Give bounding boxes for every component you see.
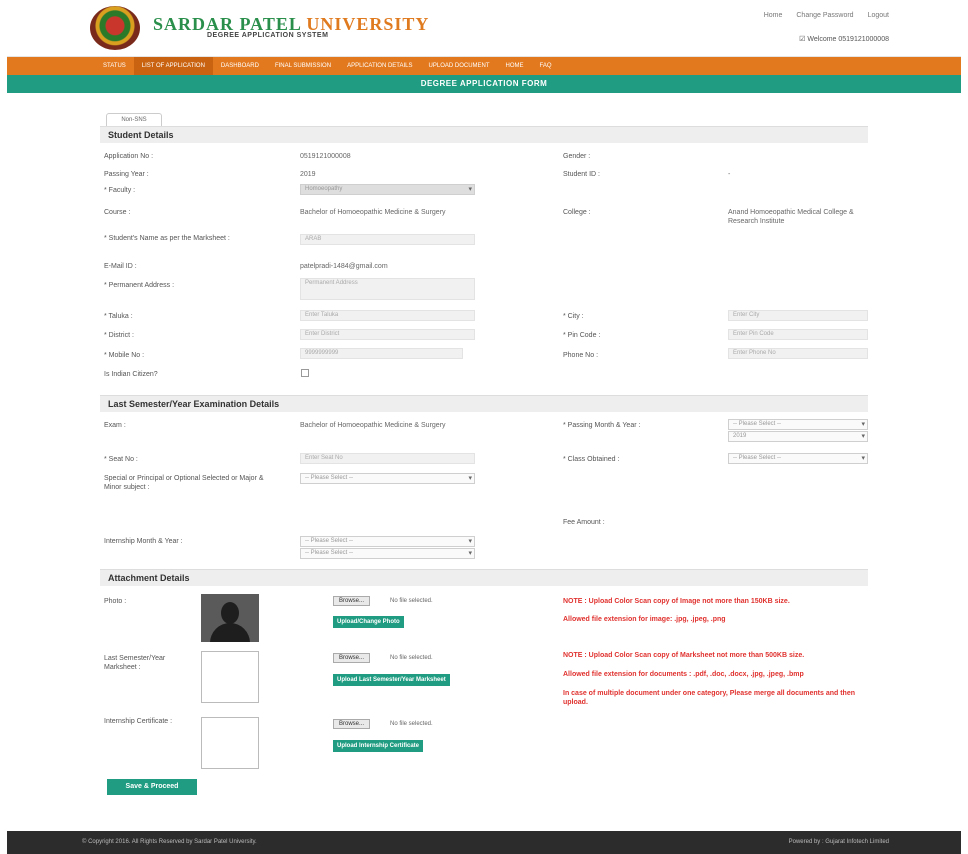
- pin-code-input[interactable]: Enter Pin Code: [728, 329, 868, 340]
- marksheet-browse-button[interactable]: Browse...: [333, 653, 371, 663]
- university-logo: [90, 6, 140, 50]
- tab-non-sns[interactable]: Non-SNS: [106, 113, 162, 126]
- photo-note: NOTE : Upload Color Scan copy of Image n…: [563, 598, 790, 605]
- site-header: SARDAR PATEL UNIVERSITY DEGREE APPLICATI…: [7, 0, 961, 57]
- pin-code-label: * Pin Code :: [563, 332, 601, 339]
- indian-citizen-checkbox[interactable]: [301, 369, 309, 377]
- upload-internship-button[interactable]: Upload Internship Certificate: [333, 740, 424, 752]
- college-value: Anand Homoeopathic Medical College & Res…: [728, 209, 854, 225]
- district-input[interactable]: Enter District: [300, 329, 475, 340]
- photo-no-file-text: No file selected.: [390, 598, 433, 604]
- student-name-input[interactable]: ARAB: [300, 234, 475, 245]
- photo-extensions-note: Allowed file extension for image: .jpg, …: [563, 616, 726, 623]
- taluka-input[interactable]: Enter Taluka: [300, 310, 475, 321]
- internship-browse-button[interactable]: Browse...: [333, 719, 371, 729]
- top-links: Home Change Password Logout: [764, 12, 889, 19]
- upload-marksheet-button[interactable]: Upload Last Semester/Year Marksheet: [333, 674, 450, 686]
- marksheet-note: NOTE : Upload Color Scan copy of Markshe…: [563, 652, 805, 659]
- application-no-label: Application No :: [104, 153, 154, 160]
- seat-no-label: * Seat No :: [104, 456, 138, 463]
- fee-amount-label: Fee Amount :: [563, 519, 605, 526]
- course-label: Course :: [104, 209, 131, 216]
- phone-label: Phone No :: [563, 352, 599, 359]
- email-label: E-Mail ID :: [104, 263, 137, 270]
- student-id-label: Student ID :: [563, 171, 600, 178]
- phone-input[interactable]: Enter Phone No: [728, 348, 868, 359]
- student-details-heading: Student Details: [100, 126, 868, 143]
- site-footer: © Copyright 2016. All Rights Reserved by…: [7, 831, 961, 854]
- district-label: * District :: [104, 332, 134, 339]
- passing-month-label: * Passing Month & Year :: [563, 422, 641, 429]
- system-name: DEGREE APPLICATION SYSTEM: [207, 32, 329, 39]
- taluka-label: * Taluka :: [104, 313, 133, 320]
- address-input[interactable]: Permanent Address: [300, 278, 475, 300]
- indian-citizen-label: Is Indian Citizen?: [104, 371, 158, 378]
- address-label: * Permanent Address :: [104, 282, 175, 289]
- nav-item-final-submission[interactable]: Final Submission: [267, 57, 339, 75]
- change-password-link[interactable]: Change Password: [796, 12, 853, 19]
- photo-label: Photo :: [104, 598, 127, 605]
- class-obtained-select[interactable]: -- Please Select --: [728, 453, 868, 464]
- nav-item-status[interactable]: Status: [95, 57, 134, 75]
- avatar-head: [221, 602, 239, 624]
- internship-certificate-label: Internship Certificate :: [104, 718, 173, 725]
- passing-year-value: 2019: [300, 171, 316, 178]
- course-value: Bachelor of Homoeopathic Medicine & Surg…: [300, 209, 446, 216]
- copyright-text: © Copyright 2016. All Rights Reserved by…: [82, 839, 257, 845]
- mobile-input[interactable]: 9999999999: [300, 348, 463, 359]
- email-value: patelpradi-1484@gmail.com: [300, 263, 388, 270]
- marksheet-merge-note: In case of multiple document under one c…: [563, 690, 855, 706]
- marksheet-preview: [201, 651, 259, 703]
- nav-item-dashboard[interactable]: Dashboard: [213, 57, 267, 75]
- passing-month-select[interactable]: -- Please Select --: [728, 419, 868, 430]
- welcome-text: ☑ Welcome 0519121000008: [799, 36, 889, 43]
- faculty-label: * Faculty :: [104, 187, 136, 194]
- application-no-value: 0519121000008: [300, 153, 351, 160]
- nav-item-list-of-application[interactable]: List of Application: [133, 57, 213, 75]
- exam-value: Bachelor of Homoeopathic Medicine & Surg…: [300, 422, 446, 429]
- exam-label: Exam :: [104, 422, 126, 429]
- student-name-label: * Student's Name as per the Marksheet :: [104, 235, 230, 242]
- main-nav: Status List of Application Dashboard Fin…: [7, 57, 961, 75]
- nav-item-faq[interactable]: FAQ: [532, 57, 560, 75]
- attachment-details-heading: Attachment Details: [100, 569, 868, 586]
- city-input[interactable]: Enter City: [728, 310, 868, 321]
- upload-photo-button[interactable]: Upload/Change Photo: [333, 616, 404, 628]
- photo-preview: [201, 594, 259, 642]
- internship-label: Internship Month & Year :: [104, 538, 183, 545]
- college-label: College :: [563, 209, 591, 216]
- exam-details-heading: Last Semester/Year Examination Details: [100, 395, 868, 412]
- city-label: * City :: [563, 313, 584, 320]
- avatar-body: [210, 623, 250, 642]
- logout-link[interactable]: Logout: [868, 12, 889, 19]
- save-and-proceed-button[interactable]: Save & Proceed: [107, 779, 197, 795]
- internship-month-select[interactable]: -- Please Select --: [300, 536, 475, 547]
- internship-certificate-preview: [201, 717, 259, 769]
- nav-item-application-details[interactable]: Application Details: [339, 57, 420, 75]
- internship-year-select[interactable]: -- Please Select --: [300, 548, 475, 559]
- user-icon: ☑: [799, 36, 806, 43]
- passing-year-select[interactable]: 2019: [728, 431, 868, 442]
- subject-label: Special or Principal or Optional Selecte…: [104, 475, 264, 491]
- photo-browse-button[interactable]: Browse...: [333, 596, 371, 606]
- internship-no-file-text: No file selected.: [390, 721, 433, 727]
- mobile-label: * Mobile No :: [104, 352, 145, 359]
- powered-by-text: Powered by : Gujarat Infotech Limited: [788, 839, 889, 845]
- nav-item-home[interactable]: Home: [498, 57, 532, 75]
- marksheet-extensions-note: Allowed file extension for documents : .…: [563, 671, 804, 678]
- student-id-value: -: [728, 171, 731, 178]
- class-obtained-label: * Class Obtained :: [563, 456, 620, 463]
- passing-year-label: Passing Year :: [104, 171, 149, 178]
- marksheet-label: Last Semester/Year Marksheet :: [104, 655, 166, 671]
- subject-select[interactable]: -- Please Select --: [300, 473, 475, 484]
- form-title: DEGREE APPLICATION FORM: [7, 75, 961, 93]
- seat-no-input[interactable]: Enter Seat No: [300, 453, 475, 464]
- home-link[interactable]: Home: [764, 12, 783, 19]
- nav-item-upload-document[interactable]: Upload Document: [421, 57, 498, 75]
- marksheet-no-file-text: No file selected.: [390, 655, 433, 661]
- gender-label: Gender :: [563, 153, 591, 160]
- faculty-select[interactable]: Homoeopathy: [300, 184, 475, 195]
